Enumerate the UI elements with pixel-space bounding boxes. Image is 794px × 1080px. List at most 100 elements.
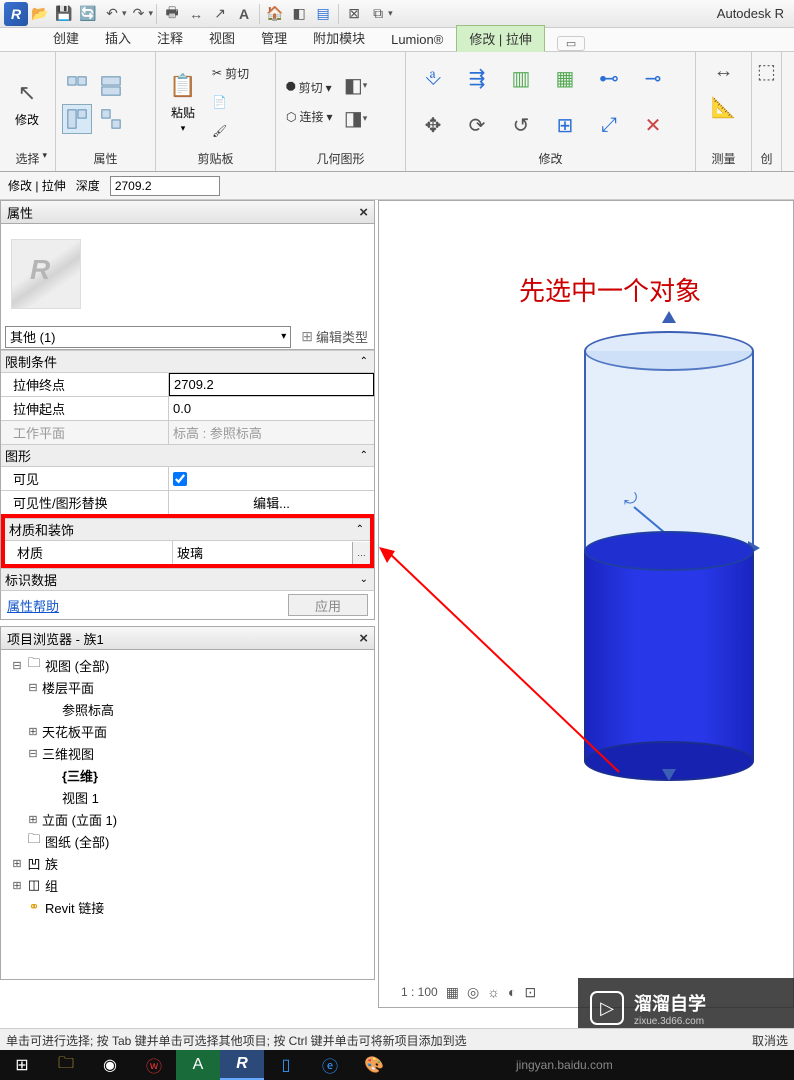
print-icon[interactable]: 🖶 bbox=[161, 3, 183, 25]
modify-button[interactable]: ↖修改 bbox=[6, 77, 48, 128]
tab-create[interactable]: 创建 bbox=[40, 24, 92, 51]
mirror-pick-icon[interactable]: ▥ bbox=[506, 64, 536, 94]
detail-level-icon[interactable]: ▦ bbox=[446, 984, 459, 1001]
split-icon[interactable]: ⊸ bbox=[638, 64, 668, 94]
tab-manage[interactable]: 管理 bbox=[248, 24, 300, 51]
material-value[interactable]: 玻璃… bbox=[173, 541, 370, 564]
sun-path-icon[interactable]: ☼ bbox=[487, 984, 500, 1000]
move-icon[interactable]: ✥ bbox=[418, 111, 448, 141]
instance-props-icon[interactable] bbox=[62, 104, 92, 134]
task-groove-icon[interactable]: ◉ bbox=[88, 1050, 132, 1080]
crop-icon[interactable]: ⊡ bbox=[524, 984, 536, 1001]
align-icon[interactable]: ⎀ bbox=[418, 64, 448, 94]
tree-floor-plans[interactable]: ⊟楼层平面 bbox=[3, 676, 372, 698]
scale-icon[interactable]: ⤢ bbox=[594, 111, 624, 141]
align-dim-icon[interactable]: ↗ bbox=[209, 3, 231, 25]
cope-icon[interactable]: ◧▾ bbox=[341, 71, 371, 101]
cat-material[interactable]: 材质和装饰⌃ bbox=[5, 518, 370, 540]
default-3d-icon[interactable]: 🏠 bbox=[264, 3, 286, 25]
tree-revit-links[interactable]: ⚭Revit 链接 bbox=[3, 896, 372, 918]
visibility-override-button[interactable]: 编辑... bbox=[169, 491, 374, 514]
tree-ceiling-plans[interactable]: ⊞天花板平面 bbox=[3, 720, 372, 742]
task-autocad-icon[interactable]: A bbox=[176, 1050, 220, 1080]
start-button[interactable]: ⊞ bbox=[0, 1050, 44, 1080]
tree-3d-views[interactable]: ⊟三维视图 bbox=[3, 742, 372, 764]
properties-help-link[interactable]: 属性帮助 bbox=[7, 596, 59, 615]
geom-join-button[interactable]: ⬡ 连接 ▾ bbox=[282, 104, 337, 130]
tree-ref-level[interactable]: 参照标高 bbox=[3, 698, 372, 720]
switch-windows-icon[interactable]: ⧉ bbox=[367, 3, 389, 25]
cat-graphics[interactable]: 图形⌃ bbox=[1, 444, 374, 466]
apply-button[interactable]: 应用 bbox=[288, 594, 368, 616]
cut-button[interactable]: ✂ 剪切 bbox=[208, 60, 253, 86]
browser-close-icon[interactable]: × bbox=[359, 630, 368, 647]
extrude-end-value[interactable]: 2709.2 bbox=[169, 373, 374, 396]
array-icon[interactable]: ⊞ bbox=[550, 111, 580, 141]
family-cat-icon[interactable] bbox=[96, 104, 126, 134]
aligned-dim-icon[interactable]: ↔ bbox=[709, 56, 739, 86]
tree-view1[interactable]: 视图 1 bbox=[3, 786, 372, 808]
mirror-draw-icon[interactable]: ▦ bbox=[550, 64, 580, 94]
create-icon[interactable]: ⬚ bbox=[752, 56, 782, 86]
geom-cut-button[interactable]: ⯃ 剪切 ▾ bbox=[282, 75, 337, 101]
type-selector[interactable]: 其他 (1)▾ bbox=[5, 326, 291, 348]
open-icon[interactable]: 📂 bbox=[29, 3, 51, 25]
type-props-icon[interactable] bbox=[62, 71, 92, 101]
extrude-start-value[interactable]: 0.0 bbox=[169, 397, 374, 420]
properties-close-icon[interactable]: × bbox=[359, 204, 368, 221]
split-face-icon[interactable]: ◨▾ bbox=[341, 104, 371, 134]
tab-insert[interactable]: 插入 bbox=[92, 24, 144, 51]
tab-annotate[interactable]: 注释 bbox=[144, 24, 196, 51]
tree-three-d[interactable]: {三维} bbox=[3, 764, 372, 786]
tab-view[interactable]: 视图 bbox=[196, 24, 248, 51]
task-revit-icon[interactable]: R bbox=[220, 1050, 264, 1080]
thin-lines-icon[interactable]: ▤ bbox=[312, 3, 334, 25]
task-paint-icon[interactable]: 🎨 bbox=[352, 1050, 396, 1080]
family-types-icon[interactable] bbox=[96, 71, 126, 101]
drag-handle-up-icon[interactable] bbox=[662, 311, 676, 323]
pin-icon[interactable]: ✕ bbox=[638, 111, 668, 141]
project-browser-tree[interactable]: ⊟🗀视图 (全部) ⊟楼层平面 参照标高 ⊞天花板平面 ⊟三维视图 {三维} 视… bbox=[0, 650, 375, 980]
copy-button[interactable]: 📄 bbox=[208, 89, 253, 115]
close-inactive-icon[interactable]: ⊠ bbox=[343, 3, 365, 25]
tree-sheets[interactable]: 🗀图纸 (全部) bbox=[3, 830, 372, 852]
ribbon-expand-icon[interactable]: ▭ bbox=[557, 36, 585, 51]
redo-icon[interactable]: ↷ bbox=[128, 3, 150, 25]
tree-elevations[interactable]: ⊞立面 (立面 1) bbox=[3, 808, 372, 830]
match-props-button[interactable]: 🖌 bbox=[208, 118, 253, 144]
save-icon[interactable]: 💾 bbox=[53, 3, 75, 25]
tree-groups[interactable]: ⊞◫组 bbox=[3, 874, 372, 896]
copy-modify-icon[interactable]: ↺ bbox=[506, 111, 536, 141]
revit-logo-icon[interactable]: R bbox=[4, 2, 28, 26]
trim-ext-icon[interactable]: ⊷ bbox=[594, 64, 624, 94]
visible-value[interactable] bbox=[169, 467, 374, 490]
task-netease-icon[interactable]: ⓦ bbox=[132, 1050, 176, 1080]
shadows-icon[interactable]: ◐ bbox=[508, 984, 516, 1000]
cat-constraints[interactable]: 限制条件⌃ bbox=[1, 350, 374, 372]
tab-modify-extrude[interactable]: 修改 | 拉伸 bbox=[456, 25, 545, 52]
undo-icon[interactable]: ↶ bbox=[101, 3, 123, 25]
tree-families[interactable]: ⊞凹族 bbox=[3, 852, 372, 874]
section-icon[interactable]: ◧ bbox=[288, 3, 310, 25]
material-browse-icon[interactable]: … bbox=[352, 542, 370, 564]
tab-addins[interactable]: 附加模块 bbox=[300, 24, 378, 51]
measure-icon[interactable]: ↔ bbox=[185, 3, 207, 25]
task-explorer-icon[interactable]: 🗀 bbox=[44, 1050, 88, 1080]
depth-input[interactable] bbox=[110, 176, 220, 196]
text-icon[interactable]: A bbox=[233, 3, 255, 25]
task-phone-icon[interactable]: ▯ bbox=[264, 1050, 308, 1080]
edit-type-button[interactable]: ⊞编辑类型 bbox=[295, 327, 374, 346]
tree-views[interactable]: ⊟🗀视图 (全部) bbox=[3, 654, 372, 676]
sync-icon[interactable]: 🔄 bbox=[77, 3, 99, 25]
view-scale[interactable]: 1 : 100 bbox=[401, 985, 438, 999]
offset-icon[interactable]: ⇶ bbox=[462, 64, 492, 94]
tab-lumion[interactable]: Lumion® bbox=[378, 28, 456, 51]
task-edge-icon[interactable]: ⓔ bbox=[308, 1050, 352, 1080]
drag-handle-down-icon[interactable] bbox=[662, 769, 676, 781]
visual-style-icon[interactable]: ◎ bbox=[467, 984, 479, 1001]
paste-button[interactable]: 📋粘贴▾ bbox=[162, 70, 204, 134]
measure-tool-icon[interactable]: 📐 bbox=[709, 92, 739, 122]
viewport-3d[interactable]: 先选中一个对象 ⤾ 1 : 100 ▦ ◎ ☼ ◐ ⊡ bbox=[378, 200, 794, 1008]
rotate-icon[interactable]: ⟳ bbox=[462, 111, 492, 141]
cat-identity[interactable]: 标识数据⌄ bbox=[1, 568, 374, 590]
